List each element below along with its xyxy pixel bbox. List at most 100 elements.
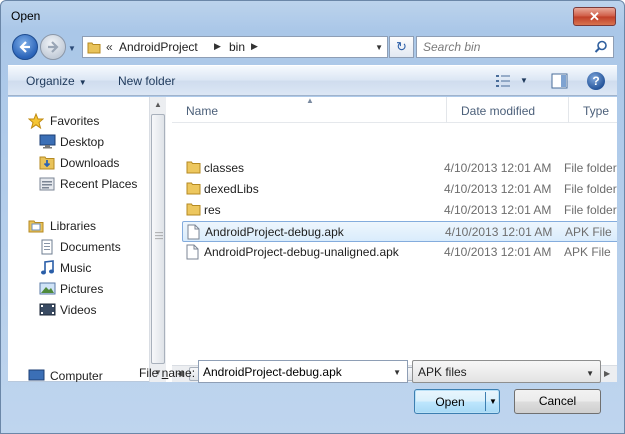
address-history-dropdown-icon[interactable]: ▼ — [375, 43, 383, 52]
nav-item-computer[interactable]: Computer — [8, 366, 149, 382]
column-type[interactable]: Type — [568, 97, 617, 123]
file-date: 4/10/2013 12:01 AM — [445, 225, 553, 239]
file-name: dexedLibs — [204, 182, 259, 196]
file-date: 4/10/2013 12:01 AM — [444, 203, 552, 217]
file-icon — [186, 244, 199, 260]
nav-item-desktop[interactable]: Desktop — [8, 132, 149, 152]
file-type-value: APK files — [418, 365, 467, 379]
nav-item-recent-places[interactable]: Recent Places — [8, 174, 149, 194]
file-row-res[interactable]: res 4/10/2013 12:01 AM File folder — [182, 200, 617, 221]
search-icon[interactable] — [594, 40, 608, 54]
file-name: res — [204, 203, 221, 217]
open-options-dropdown-icon[interactable]: ▼ — [489, 397, 497, 406]
scrollbar-thumb[interactable]: — — — — [151, 114, 165, 364]
nav-item-videos[interactable]: Videos — [8, 300, 149, 320]
folder-icon — [186, 161, 201, 174]
help-icon: ? — [592, 74, 600, 88]
breadcrumb-separator-icon[interactable]: ▶ — [214, 41, 221, 52]
open-dialog: Open ✕ ▼ « AndroidProject ▶ bin ▶ ▼ ↻ Or… — [0, 0, 625, 434]
search-box[interactable] — [416, 36, 614, 58]
change-view-icon[interactable] — [495, 74, 511, 88]
scroll-right-icon[interactable]: ▶ — [604, 369, 610, 378]
close-button[interactable]: ✕ — [573, 7, 616, 26]
file-name: AndroidProject-debug.apk — [205, 225, 344, 239]
navigation-pane: Favorites Desktop Downloads Recent Place… — [8, 97, 149, 382]
file-row-androidproject-debug-unaligned-apk[interactable]: AndroidProject-debug-unaligned.apk 4/10/… — [182, 242, 617, 263]
file-type: APK File — [565, 225, 612, 239]
file-type: File folder — [564, 203, 617, 217]
preview-pane-icon[interactable] — [551, 73, 568, 89]
help-button[interactable]: ? — [587, 72, 605, 90]
refresh-icon: ↻ — [396, 39, 407, 54]
address-bar[interactable]: « AndroidProject ▶ bin ▶ ▼ — [82, 36, 388, 58]
file-date: 4/10/2013 12:01 AM — [444, 161, 552, 175]
breadcrumb-androidproject[interactable]: AndroidProject — [119, 40, 198, 54]
search-input[interactable] — [417, 37, 587, 57]
file-type: File folder — [564, 161, 617, 175]
file-name-combobox[interactable]: ▼ — [198, 360, 408, 383]
folder-icon — [186, 203, 201, 216]
nav-item-label: Computer — [50, 369, 103, 382]
videos-icon — [39, 303, 56, 316]
cancel-button[interactable]: Cancel — [514, 389, 601, 414]
address-overflow-chevron[interactable]: « — [106, 40, 113, 54]
breadcrumb-bin[interactable]: bin — [229, 40, 245, 54]
nav-item-label: Desktop — [60, 135, 105, 149]
file-name: AndroidProject-debug-unaligned.apk — [204, 245, 399, 259]
refresh-button[interactable]: ↻ — [389, 36, 414, 58]
window-title: Open — [11, 9, 41, 23]
file-date: 4/10/2013 12:01 AM — [444, 182, 552, 196]
navigation-vertical-scrollbar[interactable]: ▲ — — — ▼ — [149, 97, 166, 382]
file-date: 4/10/2013 12:01 AM — [444, 245, 552, 259]
nav-item-label: Favorites — [50, 114, 100, 128]
chevron-down-icon[interactable]: ▼ — [393, 368, 401, 377]
star-icon — [28, 113, 44, 129]
nav-item-favorites[interactable]: Favorites — [8, 111, 149, 131]
nav-item-label: Downloads — [60, 156, 120, 170]
file-icon — [187, 224, 200, 240]
open-button[interactable]: Open ▼ — [414, 389, 500, 414]
forward-arrow-icon — [48, 41, 59, 53]
column-name[interactable]: Name — [172, 97, 446, 123]
column-date-modified[interactable]: Date modified — [446, 97, 568, 123]
nav-item-label: Pictures — [60, 282, 104, 296]
column-header: ▲ Name Date modified Type — [172, 97, 617, 123]
file-type-select[interactable]: APK files ▼ — [412, 360, 601, 383]
view-options-dropdown-icon[interactable]: ▼ — [520, 76, 528, 85]
desktop-icon — [39, 134, 56, 149]
back-button[interactable] — [12, 34, 38, 60]
downloads-folder-icon — [39, 156, 55, 170]
file-row-classes[interactable]: classes 4/10/2013 12:01 AM File folder — [182, 158, 617, 179]
nav-item-music[interactable]: Music — [8, 258, 149, 278]
nav-item-label: Videos — [60, 303, 97, 317]
file-row-dexedlibs[interactable]: dexedLibs 4/10/2013 12:01 AM File folder — [182, 179, 617, 200]
new-folder-button[interactable]: New folder — [118, 74, 175, 88]
nav-item-label: Documents — [60, 240, 121, 254]
scroll-up-icon[interactable]: ▲ — [154, 100, 162, 109]
title-bar[interactable]: Open ✕ — [1, 1, 624, 29]
nav-item-pictures[interactable]: Pictures — [8, 279, 149, 299]
file-row-androidproject-debug-apk[interactable]: AndroidProject-debug.apk 4/10/2013 12:01… — [182, 221, 617, 242]
forward-button[interactable] — [40, 34, 66, 60]
nav-item-libraries[interactable]: Libraries — [8, 216, 149, 236]
organize-label: Organize — [26, 74, 75, 88]
breadcrumb-separator-icon[interactable]: ▶ — [251, 41, 258, 52]
file-name-input[interactable] — [199, 361, 384, 382]
split-divider — [485, 392, 486, 411]
recent-pages-dropdown-icon[interactable]: ▼ — [68, 44, 76, 53]
organize-button[interactable]: Organize ▼ — [26, 74, 87, 88]
chevron-down-icon: ▼ — [78, 78, 87, 87]
recent-places-icon — [39, 177, 55, 191]
nav-item-label: Recent Places — [60, 177, 138, 191]
nav-item-documents[interactable]: Documents — [8, 237, 149, 257]
back-arrow-icon — [19, 41, 30, 53]
nav-item-downloads[interactable]: Downloads — [8, 153, 149, 173]
command-bar: Organize ▼ New folder ▼ ? — [8, 65, 617, 96]
file-type: File folder — [564, 182, 617, 196]
pictures-icon — [39, 282, 56, 295]
music-icon — [41, 260, 54, 275]
documents-icon — [41, 239, 53, 255]
file-name-label: File name: — [139, 366, 196, 380]
close-icon: ✕ — [589, 9, 600, 24]
nav-item-label: Libraries — [50, 219, 97, 233]
